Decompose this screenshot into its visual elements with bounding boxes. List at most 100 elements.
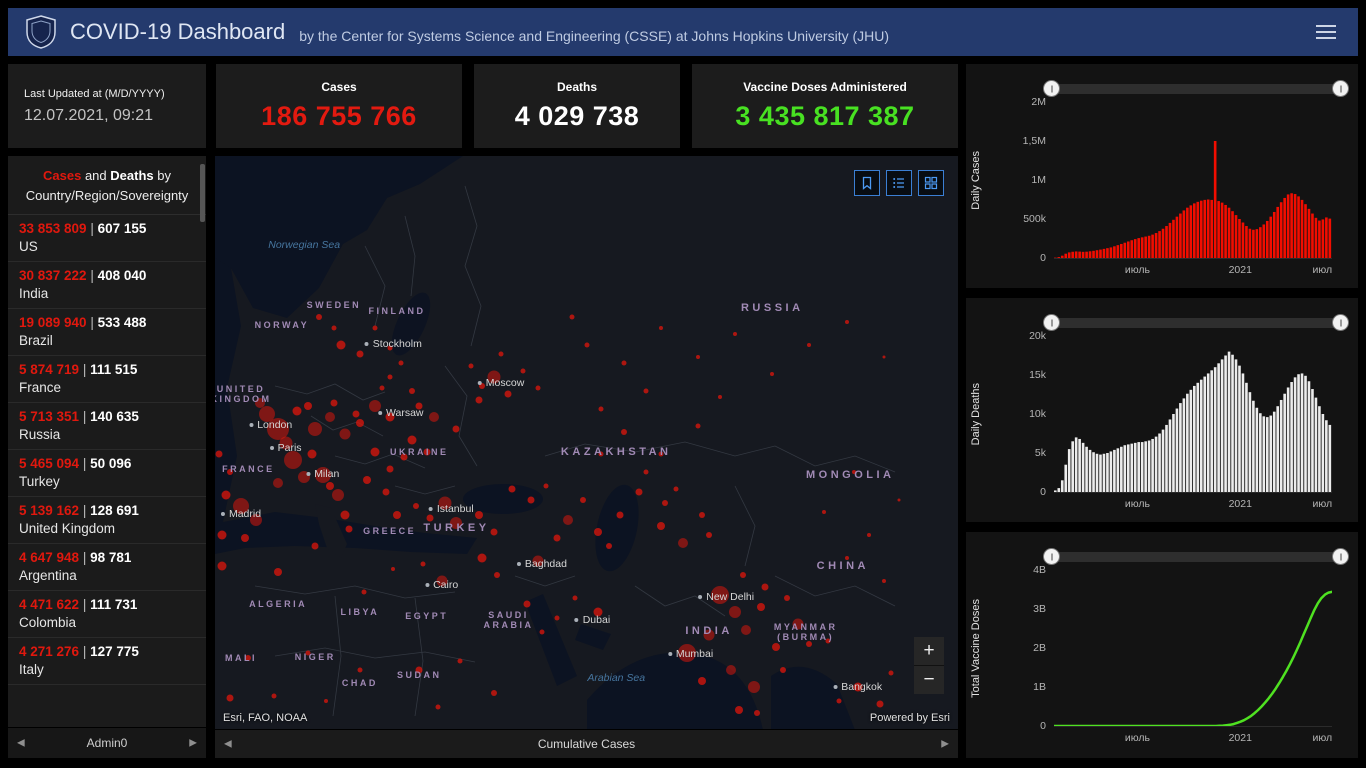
- x-tick-label: июль: [1124, 264, 1150, 276]
- total-vaccine-doses-svg: [1054, 590, 1332, 726]
- jhu-logo: [26, 15, 56, 49]
- hamburger-menu-icon[interactable]: [1312, 21, 1340, 43]
- zoom-out-button[interactable]: −: [914, 665, 944, 694]
- slider-track[interactable]: [1052, 84, 1340, 94]
- bookmark-icon: [862, 176, 872, 190]
- country-list-panel: Cases and Deaths by Country/Region/Sover…: [8, 156, 206, 758]
- slider-handle-left[interactable]: [1043, 314, 1060, 331]
- separator: |: [79, 456, 91, 471]
- zoom-in-button[interactable]: +: [914, 637, 944, 665]
- prev-arrow-icon[interactable]: [224, 739, 232, 750]
- map-label-city: Stockholm: [365, 338, 422, 350]
- y-axis-ticks: 2M 1,5M 1M 500k 0: [994, 96, 1046, 264]
- country-cases: 4 271 276: [19, 644, 80, 659]
- country-name: Brazil: [19, 333, 53, 348]
- map-label-country: FRANCE: [222, 463, 275, 474]
- map-label-country: SUDAN: [397, 670, 442, 681]
- country-row[interactable]: 4 271 276 | 127 775 Italy: [8, 638, 206, 685]
- last-updated-value: 12.07.2021, 09:21: [24, 106, 154, 124]
- country-row[interactable]: 33 853 809 | 607 155 US: [8, 215, 206, 262]
- chart-panel-daily-cases: Daily Cases 2M 1,5M 1M 500k 0 июль 2021 июл: [966, 64, 1358, 288]
- separator: |: [86, 268, 98, 283]
- deaths-total: 4 029 738: [514, 101, 640, 131]
- country-list-title: Cases and Deaths by Country/Region/Sover…: [8, 156, 206, 215]
- country-row[interactable]: 5 874 719 | 111 515 France: [8, 356, 206, 403]
- country-numbers: 33 853 809 | 607 155: [19, 221, 195, 236]
- country-numbers: 5 874 719 | 111 515: [19, 362, 195, 377]
- slider-track[interactable]: [1052, 318, 1340, 328]
- y-tick-label: 0: [1040, 486, 1046, 498]
- daily-cases-chart: [1054, 102, 1332, 259]
- country-numbers: 19 089 940 | 533 488: [19, 315, 195, 330]
- vaccine-label: Vaccine Doses Administered: [743, 80, 907, 94]
- map-label-sea: Arabian Sea: [587, 672, 646, 685]
- x-tick-label: 2021: [1228, 498, 1252, 510]
- country-row[interactable]: 4 471 622 | 111 731 Colombia: [8, 591, 206, 638]
- slider-handle-left[interactable]: [1043, 548, 1060, 565]
- stat-panel-vaccine-doses: Vaccine Doses Administered 3 435 817 387: [692, 64, 958, 148]
- map-label-city: Cairo: [425, 579, 458, 591]
- powered-by-esri: Powered by Esri: [869, 712, 950, 724]
- basemap-button[interactable]: [918, 170, 944, 196]
- map-footer: Cumulative Cases: [215, 729, 958, 758]
- x-tick-label: июл: [1312, 732, 1333, 744]
- map-label-country: INDIA: [685, 625, 733, 638]
- jhu-shield-icon: [26, 15, 56, 49]
- country-row[interactable]: 4 647 948 | 98 781 Argentina: [8, 544, 206, 591]
- cases-label: Cases: [321, 80, 357, 94]
- country-numbers: 5 465 094 | 50 096: [19, 456, 195, 471]
- x-tick-label: июль: [1124, 732, 1150, 744]
- country-cases: 19 089 940: [19, 315, 87, 330]
- country-row[interactable]: 19 089 940 | 533 488 Brazil: [8, 309, 206, 356]
- map-label-country: GREECE: [363, 525, 417, 536]
- map-label-country: UNITED KINGDOM: [215, 384, 272, 405]
- country-cases: 5 465 094: [19, 456, 80, 471]
- next-arrow-icon[interactable]: [189, 738, 197, 749]
- country-row[interactable]: 5 713 351 | 140 635 Russia: [8, 403, 206, 450]
- y-tick-label: 2M: [1031, 96, 1046, 108]
- scrollbar-thumb[interactable]: [200, 164, 205, 222]
- map-label-country: CHAD: [341, 677, 378, 688]
- map-label-city: Mumbai: [668, 648, 713, 660]
- country-cases: 5 713 351: [19, 409, 80, 424]
- country-cases: 33 853 809: [19, 221, 87, 236]
- last-updated-panel: Last Updated at (M/D/YYYY) 12.07.2021, 0…: [8, 64, 206, 148]
- map-label-country: ALGERIA: [249, 598, 308, 609]
- country-numbers: 30 837 222 | 408 040: [19, 268, 195, 283]
- country-numbers: 4 271 276 | 127 775: [19, 644, 195, 659]
- y-axis-ticks: 4B 3B 2B 1B 0: [994, 564, 1046, 732]
- country-cases: 5 139 162: [19, 503, 80, 518]
- slider-track[interactable]: [1052, 552, 1340, 562]
- map-label-country: LIBYA: [340, 607, 380, 618]
- slider-handle-right[interactable]: [1332, 80, 1349, 97]
- stat-panel-cases: Cases 186 755 766: [216, 64, 462, 148]
- zoom-controls: + −: [914, 637, 944, 694]
- x-tick-label: июль: [1124, 498, 1150, 510]
- page-subtitle: by the Center for Systems Science and En…: [299, 27, 890, 44]
- title-and-word: and: [84, 168, 107, 183]
- country-deaths: 111 731: [90, 597, 138, 612]
- country-row[interactable]: 5 465 094 | 50 096 Turkey: [8, 450, 206, 497]
- country-name: United Kingdom: [19, 521, 116, 536]
- legend-button[interactable]: [886, 170, 912, 196]
- stat-panel-deaths: Deaths 4 029 738: [474, 64, 680, 148]
- map-label-country: MALI: [225, 653, 257, 664]
- page-title: COVID-19 Dashboard: [70, 19, 286, 44]
- sidebar-footer-label: Admin0: [86, 736, 128, 750]
- slider-handle-right[interactable]: [1332, 548, 1349, 565]
- country-name: Russia: [19, 427, 61, 442]
- prev-arrow-icon[interactable]: [17, 738, 25, 749]
- country-row[interactable]: 5 139 162 | 128 691 United Kingdom: [8, 497, 206, 544]
- bookmarks-button[interactable]: [854, 170, 880, 196]
- next-arrow-icon[interactable]: [941, 739, 949, 750]
- map-label-city: Dubai: [575, 614, 610, 626]
- y-axis-title: Daily Cases: [970, 150, 982, 210]
- map-label-country: MONGOLIA: [806, 468, 895, 481]
- map-label-country: RUSSIA: [740, 302, 804, 315]
- country-row[interactable]: 30 837 222 | 408 040 India: [8, 262, 206, 309]
- daily-cases-svg: [1054, 141, 1332, 258]
- slider-handle-right[interactable]: [1332, 314, 1349, 331]
- map-canvas[interactable]: Norwegian Sea Arabian Sea SWEDEN FINLAND NOR…: [215, 156, 958, 730]
- x-axis-ticks: июль 2021 июл: [1054, 498, 1332, 512]
- slider-handle-left[interactable]: [1043, 80, 1060, 97]
